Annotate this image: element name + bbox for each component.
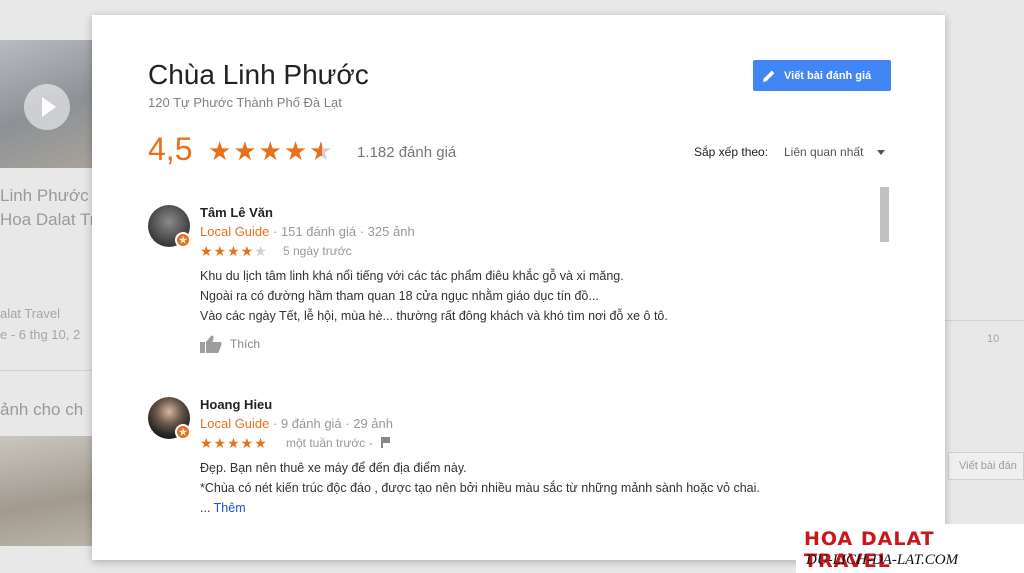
review-line: Vào các ngày Tết, lễ hội, mùa hè... thườ… bbox=[200, 309, 668, 323]
thumbs-up-icon bbox=[200, 335, 222, 353]
average-rating: 4,5 bbox=[148, 131, 193, 167]
review-time: 5 ngày trước bbox=[283, 244, 352, 258]
local-guide-badge-icon: ★ bbox=[175, 232, 191, 248]
like-button[interactable]: Thích bbox=[200, 335, 260, 353]
write-review-label: Viết bài đánh giá bbox=[784, 69, 872, 82]
review-text: Đẹp. Bạn nên thuê xe máy để đến địa điểm… bbox=[200, 458, 760, 518]
local-guide-label: Local Guide bbox=[200, 416, 270, 431]
review-item: ★ Hoang Hieu Local Guide · 9 đánh giá · … bbox=[148, 397, 848, 527]
background-divider bbox=[0, 370, 92, 371]
watermark: HOA DALAT TRAVEL DU-LICH-DA-LAT.COM bbox=[796, 524, 1024, 573]
background-subtitle: Hoa Dalat Tr bbox=[0, 210, 96, 229]
review-count[interactable]: 1.182 đánh giá bbox=[357, 144, 456, 161]
background-source: alat Travel bbox=[0, 306, 60, 321]
review-line: Khu du lịch tâm linh khá nổi tiếng với c… bbox=[200, 269, 624, 283]
background-date: e - 6 thg 10, 2 bbox=[0, 327, 81, 342]
scrollbar-thumb[interactable] bbox=[880, 187, 889, 242]
background-number: 10 bbox=[987, 333, 1000, 345]
place-title: Chùa Linh Phước bbox=[148, 59, 369, 90]
background-divider-right bbox=[945, 320, 1024, 321]
reviews-dialog: Chùa Linh Phước 120 Tự Phước Thành Phố Đ… bbox=[92, 15, 945, 560]
review-more-row: ... Thêm bbox=[200, 498, 760, 518]
reviewer-meta: Local Guide · 9 đánh giá · 29 ảnh bbox=[200, 416, 393, 431]
reviewer-name[interactable]: Tâm Lê Văn bbox=[200, 205, 273, 220]
background-write-review-button: Viết bài đán bbox=[948, 452, 1024, 480]
sort-dropdown[interactable]: Liên quan nhất bbox=[784, 145, 863, 159]
background-section-title: ảnh cho ch bbox=[0, 400, 84, 419]
review-stars: ★★★★★ bbox=[200, 435, 268, 451]
more-link[interactable]: Thêm bbox=[214, 501, 246, 515]
flag-icon[interactable] bbox=[380, 437, 390, 448]
reviewer-meta: Local Guide · 151 đánh giá · 325 ảnh bbox=[200, 224, 415, 239]
sort-label: Sắp xếp theo: bbox=[694, 145, 769, 159]
like-label: Thích bbox=[230, 337, 261, 351]
play-icon bbox=[24, 84, 70, 130]
review-line: Ngoài ra có đường hầm tham quan 18 cửa n… bbox=[200, 289, 599, 303]
average-rating-stars: ★★★★★ bbox=[208, 136, 335, 166]
background-title: Linh Phước bbox=[0, 186, 89, 205]
review-time: một tuần trước - bbox=[286, 436, 373, 450]
pencil-icon bbox=[763, 70, 775, 82]
chevron-down-icon[interactable] bbox=[877, 150, 885, 155]
review-line: *Chùa có nét kiến trúc độc đáo , được tạ… bbox=[200, 481, 760, 495]
ellipsis: ... bbox=[200, 501, 214, 515]
background-photo bbox=[0, 436, 92, 546]
reviewer-stats: · 151 đánh giá · 325 ảnh bbox=[269, 224, 415, 239]
review-time-row: một tuần trước - bbox=[286, 436, 390, 450]
local-guide-label: Local Guide bbox=[200, 224, 270, 239]
reviewer-stats: · 9 đánh giá · 29 ảnh bbox=[269, 416, 393, 431]
review-line: Đẹp. Bạn nên thuê xe máy để đến địa điểm… bbox=[200, 461, 467, 475]
reviewer-name[interactable]: Hoang Hieu bbox=[200, 397, 272, 412]
write-review-button[interactable]: Viết bài đánh giá bbox=[753, 60, 891, 91]
watermark-subtitle: DU-LICH-DA-LAT.COM bbox=[806, 552, 959, 568]
local-guide-badge-icon: ★ bbox=[175, 424, 191, 440]
review-stars: ★★★★★ bbox=[200, 243, 268, 259]
review-item: ★ Tâm Lê Văn Local Guide · 151 đánh giá … bbox=[148, 205, 848, 365]
place-address: 120 Tự Phước Thành Phố Đà Lạt bbox=[148, 95, 342, 110]
review-text: Khu du lịch tâm linh khá nổi tiếng với c… bbox=[200, 266, 668, 326]
